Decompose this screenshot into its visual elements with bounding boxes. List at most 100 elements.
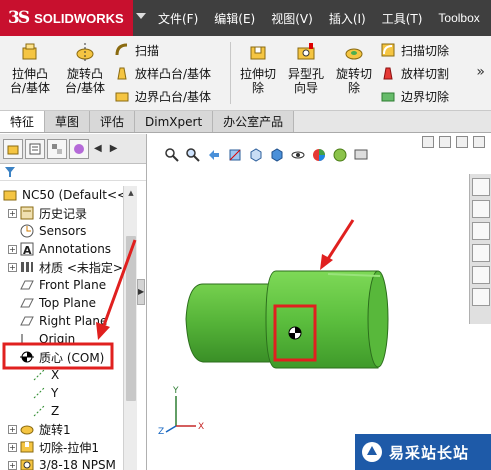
configuration-manager-tab[interactable]	[47, 138, 67, 159]
cut-revolve-button[interactable]: 旋转切 除	[332, 42, 376, 95]
expand-icon[interactable]: +	[8, 262, 17, 272]
menu-tools[interactable]: 工具(T)	[374, 10, 431, 27]
tree-item[interactable]: + A Annotations	[8, 240, 111, 258]
hole-wizard-label: 异型孔 向导	[287, 67, 324, 95]
center-of-mass-icon	[20, 351, 34, 363]
tree-item[interactable]: + 旋转1	[8, 420, 71, 438]
tree-item[interactable]: + 切除-拉伸1	[8, 438, 99, 456]
view-palette-icon[interactable]	[472, 244, 490, 262]
tree-item[interactable]: X	[20, 366, 59, 384]
custom-properties-icon[interactable]	[472, 288, 490, 306]
annotation-arrow	[324, 219, 355, 263]
tree-item[interactable]: 质心 (COM)	[8, 348, 104, 366]
plane-icon	[20, 280, 34, 290]
expand-icon[interactable]: +	[8, 442, 17, 452]
hole-icon	[20, 459, 34, 470]
solidworks-resources-icon[interactable]	[472, 178, 490, 196]
menu-toolbox[interactable]: Toolbox	[430, 11, 487, 25]
model-view: Y X Z	[158, 219, 389, 437]
expand-icon[interactable]: +	[8, 208, 17, 218]
tree-item[interactable]: Sensors	[8, 222, 86, 240]
dimxpert-manager-tab[interactable]	[69, 138, 89, 159]
boundary-cut-label: 边界切除	[401, 89, 450, 104]
tree-item[interactable]: + 历史记录	[8, 204, 87, 222]
loft-icon	[117, 67, 127, 80]
swept-cut-button[interactable]: 扫描切除	[380, 40, 449, 60]
menu-view[interactable]: 视图(V)	[263, 10, 321, 27]
feature-tree-icon	[7, 145, 19, 154]
dimxpert-icon	[74, 143, 84, 154]
tab-dimxpert[interactable]: DimXpert	[135, 111, 214, 132]
menu-bar: 文件(F) 编辑(E) 视图(V) 插入(I) 工具(T) Toolbox	[150, 0, 488, 36]
panel-nav-right-icon[interactable]: ▶	[107, 143, 121, 154]
panel-nav-left-icon[interactable]: ◀	[91, 143, 105, 154]
lofted-cut-icon	[383, 67, 393, 80]
feature-manager-panel: ◀ ▶ NC50 (Default<< + 历史记录 Sensors + A Annotat…	[0, 134, 147, 470]
command-manager: 拉伸凸 台/基体 旋转凸 台/基体 扫描 放样凸台/基体 边界凸台/基体 拉伸切…	[0, 36, 491, 111]
tree-item[interactable]: Top Plane	[8, 294, 96, 312]
sensor-icon	[20, 224, 34, 238]
boss-extrude-button[interactable]: 拉伸凸 台/基体	[6, 42, 54, 95]
part-body[interactable]	[185, 270, 389, 369]
scroll-up-icon[interactable]: ▲	[124, 186, 138, 200]
ribbon-more-chevron[interactable]: »	[476, 64, 485, 80]
scroll-thumb[interactable]	[126, 236, 136, 401]
boss-revolve-button[interactable]: 旋转凸 台/基体	[60, 42, 110, 95]
tree-item[interactable]: Front Plane	[8, 276, 106, 294]
cut-extrude-label: 拉伸切 除	[239, 67, 276, 95]
part-icon	[3, 190, 17, 201]
graphics-area[interactable]: Y X Z 易采站长站	[148, 134, 491, 470]
coordinate-triad: Y X Z	[158, 386, 204, 437]
file-explorer-icon[interactable]	[472, 222, 490, 240]
menu-edit[interactable]: 编辑(E)	[206, 10, 263, 27]
design-library-icon[interactable]	[472, 200, 490, 218]
triad-z-label: Z	[158, 427, 164, 437]
tree-item[interactable]: Right Plane	[8, 312, 107, 330]
tree-item-label: 3/8-18 NPSM	[39, 458, 116, 470]
tree-item[interactable]: Y	[20, 384, 58, 402]
tree-item[interactable]: Z	[20, 402, 59, 420]
lofted-cut-button[interactable]: 放样切割	[380, 63, 449, 83]
loft-button[interactable]: 放样凸台/基体	[114, 63, 211, 83]
tree-item-label: Front Plane	[39, 278, 107, 292]
center-of-mass-marker[interactable]	[288, 326, 302, 340]
menu-file[interactable]: 文件(F)	[150, 10, 206, 27]
command-manager-tabs: 特征 草图 评估 DimXpert 办公室产品	[0, 111, 491, 133]
hole-wizard-button[interactable]: 异型孔 向导	[284, 42, 328, 95]
feature-tree-tab[interactable]	[3, 138, 23, 159]
material-icon	[21, 262, 33, 272]
expand-icon[interactable]: +	[8, 244, 17, 254]
cut-revolve-label: 旋转切 除	[335, 67, 372, 95]
logo-dropdown-icon[interactable]	[136, 13, 146, 19]
sweep-button[interactable]: 扫描	[114, 40, 159, 60]
tab-evaluate[interactable]: 评估	[90, 111, 136, 132]
feature-tree-scrollbar[interactable]: ▲	[123, 186, 137, 470]
feature-filter[interactable]	[0, 164, 146, 181]
tree-item[interactable]: +3/8-18 NPSM	[8, 456, 116, 470]
boundary-cut-button[interactable]: 边界切除	[380, 86, 449, 106]
panel-collapse-handle[interactable]: ▶	[137, 279, 145, 305]
plane-icon	[20, 298, 34, 308]
tab-sketch[interactable]: 草图	[45, 111, 91, 132]
expand-icon[interactable]: +	[8, 424, 17, 434]
cut-extrude-button[interactable]: 拉伸切 除	[236, 42, 280, 95]
hole-wizard-icon	[297, 43, 315, 60]
boundary-boss-button[interactable]: 边界凸台/基体	[114, 86, 211, 106]
history-icon	[20, 206, 34, 220]
configuration-manager-icon	[52, 143, 62, 154]
filter-icon[interactable]	[4, 166, 16, 178]
tree-item[interactable]: + 材质 <未指定>	[8, 258, 123, 276]
watermark-icon	[362, 442, 382, 462]
tree-item[interactable]: NC50 (Default<<	[2, 186, 123, 204]
tab-office-products[interactable]: 办公室产品	[213, 111, 295, 132]
expand-icon[interactable]: +	[8, 460, 17, 470]
tree-item-label: 切除-拉伸1	[39, 440, 99, 455]
appearances-icon[interactable]	[472, 266, 490, 284]
menu-insert[interactable]: 插入(I)	[321, 10, 374, 27]
solidworks-logo[interactable]: 3S SOLIDWORKS	[0, 0, 133, 36]
tree-item[interactable]: Origin	[8, 330, 75, 348]
property-manager-tab[interactable]	[25, 138, 45, 159]
cut-extrude-icon	[20, 441, 34, 453]
tab-features[interactable]: 特征	[0, 111, 46, 132]
axis-icon	[33, 387, 45, 399]
